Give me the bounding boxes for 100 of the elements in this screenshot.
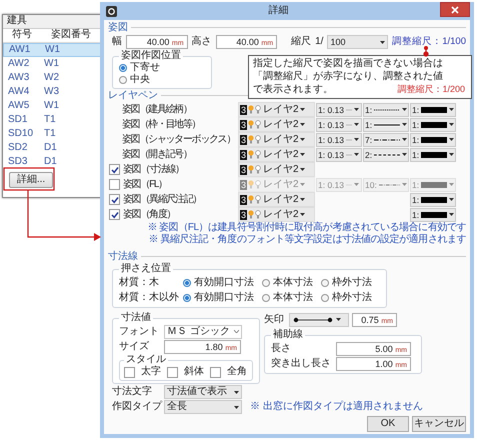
layer-dropdown[interactable]: 3 レイヤ2 <box>238 177 315 192</box>
layer-label: 姿図（開き記号） <box>122 148 192 160</box>
radio-button[interactable] <box>183 278 191 286</box>
close-button[interactable] <box>440 2 470 17</box>
checkbox[interactable] <box>109 209 120 220</box>
callout-text: で表示されます。 <box>253 83 333 96</box>
linetype-sample-icon <box>374 138 400 142</box>
caret-icon <box>380 40 386 44</box>
caret-icon <box>402 108 407 111</box>
pen-dropdown[interactable]: 1: 0.13 <box>316 132 362 146</box>
table-cell-text: AW4 <box>7 86 30 98</box>
option-label: 本体寸法 <box>273 276 313 288</box>
radio-button[interactable] <box>262 278 270 286</box>
font-dropdown[interactable]: ＭＳ ゴシック <box>164 324 242 338</box>
layer-number: 3 <box>240 164 248 174</box>
linetype-dropdown[interactable]: 1: <box>363 102 409 116</box>
color-dropdown[interactable]: 1: <box>410 102 456 116</box>
layer-dropdown[interactable]: 3 レイヤ2 <box>238 117 315 132</box>
caret-icon <box>402 138 407 141</box>
group-title: 押さえ位置 <box>120 263 172 275</box>
layer-label: 姿図（角度） <box>123 208 176 220</box>
radio-button[interactable] <box>183 294 191 302</box>
radio-button[interactable] <box>119 64 127 72</box>
layer-number: 3 <box>240 134 248 144</box>
caret-icon <box>449 123 454 126</box>
caret-icon <box>300 123 305 126</box>
option-label: 有効開口寸法 <box>194 292 254 304</box>
caret-icon <box>449 213 454 216</box>
arrow-dropdown[interactable] <box>289 312 349 326</box>
caret-icon <box>449 198 454 201</box>
table-cell-text: AW2 <box>7 58 30 70</box>
layer-number: 3 <box>240 180 248 190</box>
option-label: 材質：木 <box>119 276 160 288</box>
color-dropdown[interactable]: 1: <box>410 208 456 222</box>
layer-dropdown[interactable]: 3 レイヤ2 <box>238 207 315 222</box>
color-swatch <box>421 136 447 142</box>
group-title: 姿図作図位置 <box>120 50 182 62</box>
option-label: 枠外寸法 <box>332 292 372 304</box>
option-label: 本体寸法 <box>273 292 313 304</box>
color-dropdown[interactable]: 1: <box>410 118 456 132</box>
layer-dropdown[interactable]: 3 レイヤ2 <box>238 132 315 147</box>
checkbox[interactable] <box>109 194 120 205</box>
table-cell: W1 <box>44 58 59 70</box>
adjusted-scale-label: 調整縮尺：1/100 <box>392 36 466 48</box>
layer-label: 姿図（異縮尺注記） <box>123 194 202 206</box>
table-cell-text: SD3 <box>7 156 28 168</box>
scale-dropdown[interactable]: 100 <box>327 35 388 49</box>
caret-icon <box>449 183 454 186</box>
checkbox[interactable] <box>210 366 221 378</box>
field-label: 長さ <box>271 342 292 354</box>
note-text: ※ 出窓に作図タイプは適用されません <box>250 401 423 413</box>
color-dropdown[interactable]: 1: <box>410 132 456 146</box>
layer-dropdown[interactable]: 3 レイヤ2 <box>238 192 315 207</box>
caret-icon <box>354 123 359 126</box>
caret-icon <box>354 108 359 111</box>
checkbox[interactable] <box>167 366 178 378</box>
pen-dropdown[interactable]: 1: 0.13 <box>316 148 362 162</box>
caret-icon <box>300 183 305 186</box>
text-dropdown[interactable]: 寸法値で表示 <box>164 385 242 399</box>
checkbox[interactable] <box>109 179 120 190</box>
window-title: 詳細 <box>268 5 290 17</box>
table-cell-text: AW5 <box>7 100 30 112</box>
ok-button[interactable]: OK <box>367 416 409 432</box>
linetype-dropdown[interactable]: 1: <box>363 118 409 132</box>
radio-button[interactable] <box>321 278 329 286</box>
section-title: レイヤペン <box>108 90 158 102</box>
linetype-dropdown[interactable]: 2: <box>363 148 409 162</box>
caret-icon <box>300 213 305 216</box>
option-label: 斜体 <box>184 366 204 378</box>
caret-icon <box>354 138 359 141</box>
details-button[interactable]: 詳細... <box>9 172 53 188</box>
radio-button[interactable] <box>262 294 270 302</box>
caret-icon <box>300 168 305 171</box>
layer-dropdown[interactable]: 3 レイヤ2 <box>238 162 315 177</box>
close-icon <box>451 6 459 14</box>
column-header: 符号 <box>11 29 33 42</box>
layer-dropdown[interactable]: 3 レイヤ2 <box>238 102 315 117</box>
linetype-sample-icon <box>374 122 400 126</box>
radio-button[interactable] <box>119 76 127 84</box>
pen-dropdown[interactable]: 1: 0.13 <box>316 118 362 132</box>
radio-button[interactable] <box>321 294 329 302</box>
layer-label: 姿図（建具絵柄） <box>122 104 192 116</box>
option-label: 有効開口寸法 <box>194 276 254 288</box>
table-cell: T1 <box>44 114 56 126</box>
field-label: 寸法文字 <box>112 386 153 398</box>
field-label: 縮尺 <box>291 36 312 48</box>
pen-dropdown[interactable]: 1: 0.13 <box>316 102 362 116</box>
layer-dropdown[interactable]: 3 レイヤ2 <box>238 147 315 162</box>
app-icon <box>106 6 117 16</box>
table-cell: W3 <box>44 86 59 98</box>
color-dropdown[interactable]: 1: <box>410 192 456 206</box>
cancel-button[interactable]: キャンセル <box>412 416 466 432</box>
checkbox[interactable] <box>124 366 135 378</box>
checkbox[interactable] <box>109 164 120 175</box>
linetype-dropdown[interactable]: 7: <box>363 132 409 146</box>
caret-icon <box>402 153 407 156</box>
type-dropdown[interactable]: 全長 <box>164 400 242 414</box>
table-cell: W1 <box>45 44 60 56</box>
color-dropdown[interactable]: 1: <box>410 148 456 162</box>
table-cell-text: AW1 <box>8 44 32 56</box>
